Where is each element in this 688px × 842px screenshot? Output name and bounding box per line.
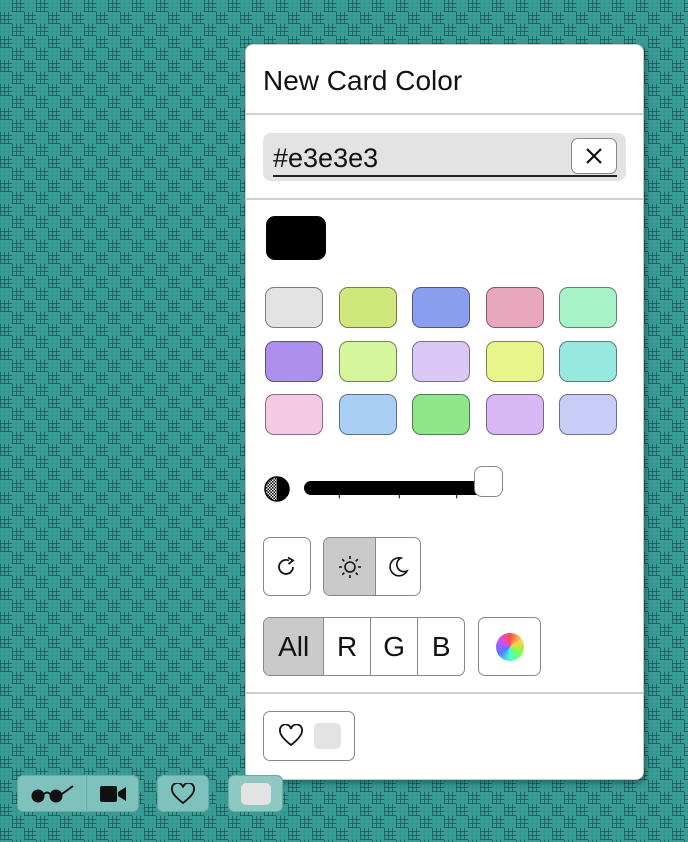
divider (246, 692, 643, 694)
palette-swatch[interactable] (338, 394, 397, 435)
sun-icon (338, 555, 361, 578)
theme-toggle (323, 537, 421, 596)
color-wheel-icon (495, 632, 524, 661)
channel-all[interactable]: All (264, 618, 324, 675)
rotate-icon (278, 556, 295, 575)
color-picker-panel: New Card Color #e3e3e3 All R G B (245, 44, 644, 780)
divider (246, 113, 643, 115)
close-icon (586, 148, 602, 164)
moon-icon (389, 556, 410, 577)
card-color-button[interactable] (228, 775, 283, 812)
glasses-icon (31, 784, 74, 802)
palette-swatch[interactable] (559, 340, 617, 382)
favorite-color-button[interactable] (263, 711, 355, 761)
brightness-slider[interactable] (304, 481, 492, 495)
hex-input[interactable]: #e3e3e3 (273, 143, 378, 174)
palette-swatch[interactable] (412, 340, 470, 382)
heart-icon (171, 782, 195, 804)
palette-swatch[interactable] (559, 287, 617, 328)
channel-b[interactable]: B (417, 618, 464, 675)
channel-r[interactable]: R (323, 618, 370, 675)
camera-button[interactable] (87, 776, 138, 811)
palette-swatch[interactable] (265, 287, 323, 328)
heart-icon (278, 724, 303, 747)
video-camera-icon (99, 785, 126, 802)
brightness-slider-thumb[interactable] (474, 466, 503, 497)
palette-swatch[interactable] (485, 287, 544, 328)
reset-button[interactable] (263, 537, 311, 596)
view-toolbar-group (17, 775, 139, 812)
palette-swatch[interactable] (265, 394, 323, 435)
view-button[interactable] (18, 776, 87, 811)
favorites-button[interactable] (157, 775, 209, 812)
divider (246, 198, 643, 200)
hex-input-box: #e3e3e3 (263, 133, 626, 181)
selected-color-swatch[interactable] (266, 216, 326, 260)
favorite-color-swatch (313, 723, 341, 749)
palette-swatch[interactable] (338, 340, 397, 382)
panel-title: New Card Color (263, 65, 463, 96)
palette-swatch[interactable] (485, 340, 544, 382)
light-mode-button[interactable] (324, 538, 376, 595)
channel-g[interactable]: G (369, 618, 418, 675)
dark-mode-button[interactable] (375, 538, 420, 595)
palette-swatch[interactable] (412, 287, 470, 328)
palette-swatch[interactable] (412, 394, 470, 435)
palette-swatch[interactable] (338, 287, 397, 328)
palette-swatch[interactable] (265, 340, 323, 382)
clear-button[interactable] (571, 138, 617, 174)
palette-swatch[interactable] (559, 394, 617, 435)
slider-ticks (338, 495, 458, 499)
card-color-swatch (240, 782, 271, 805)
palette-swatch[interactable] (485, 394, 544, 435)
channel-selector: All R G B (263, 617, 465, 676)
color-wheel-button[interactable] (478, 617, 541, 676)
contrast-icon (264, 476, 290, 502)
hex-input-underline (273, 175, 617, 177)
